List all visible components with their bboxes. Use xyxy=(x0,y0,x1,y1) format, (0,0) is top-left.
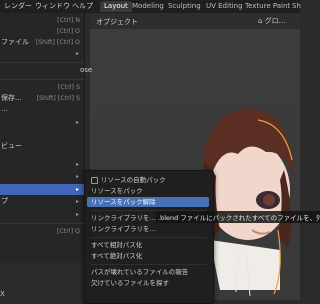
globe-icon: ⌂ xyxy=(258,17,263,25)
checkbox-icon[interactable] xyxy=(91,176,98,184)
menu-item-open-recent[interactable]: ファイル [Shift] [Ctrl] O xyxy=(0,37,84,48)
top-menu-render[interactable]: レンダー xyxy=(4,2,32,10)
submenu-arrow-icon: ▸ xyxy=(75,161,79,168)
menu-item-recover[interactable]: ▸ xyxy=(0,48,84,59)
unpack-tooltip: .blend ファイルにパックされたすべてのファイルを、外 xyxy=(156,211,320,223)
top-menu-window[interactable]: ウィンドウ xyxy=(35,2,70,10)
object-mode-menu[interactable]: オブジェクト xyxy=(96,17,138,27)
unpack-resources-item[interactable]: リソースをパック解除 xyxy=(87,197,209,207)
menu-separator xyxy=(91,264,207,265)
tab-shading[interactable]: Sh xyxy=(288,1,305,12)
menu-item-open[interactable]: [Ctrl] O xyxy=(0,26,84,37)
menu-item-save-as[interactable]: 保存... [Shift] [Ctrl] S xyxy=(0,93,84,104)
find-missing-files-item[interactable]: 欠けているファイルを探す xyxy=(91,278,209,288)
menu-item-save[interactable]: [Ctrl] S xyxy=(0,82,84,93)
menu-separator xyxy=(0,79,84,80)
submenu-arrow-icon: ▸ xyxy=(75,50,79,57)
menu-item-external-data[interactable]: ▸ xyxy=(0,184,84,195)
menu-separator xyxy=(0,62,84,63)
submenu-arrow-icon: ▸ xyxy=(75,119,79,126)
menu-item-data-previews[interactable]: ビュー xyxy=(0,141,84,152)
menu-item-revert[interactable]: ose xyxy=(0,65,92,76)
report-missing-files-item[interactable]: パスが壊れているファイルの報告 xyxy=(91,267,209,277)
tab-texture-paint[interactable]: Texture Paint xyxy=(241,1,294,12)
file-menu: [Ctrl] N [Ctrl] O ファイル [Shift] [Ctrl] O … xyxy=(0,13,92,263)
menu-item-import[interactable]: ▸ xyxy=(0,159,84,170)
menu-item-quit[interactable]: [Ctrl] Q xyxy=(0,226,84,237)
menu-item-export[interactable]: ▸ xyxy=(0,171,84,182)
menu-item-link[interactable]: ▸ xyxy=(0,117,84,128)
pack-resources-item[interactable]: リソースをパック xyxy=(91,186,209,196)
submenu-arrow-icon: ▸ xyxy=(75,198,79,205)
make-paths-relative-item[interactable]: すべて相対パス化 xyxy=(91,240,209,250)
external-data-submenu: リソースの自動パック リソースをパック リソースをパック解除 リンクライブラリを… xyxy=(84,170,214,304)
menu-separator xyxy=(91,237,207,238)
menu-item-defaults[interactable]: ▸ xyxy=(0,209,84,220)
submenu-arrow-icon: ▸ xyxy=(75,211,79,218)
submenu-arrow-icon: ▸ xyxy=(75,173,79,180)
tab-modeling[interactable]: Modeling xyxy=(128,1,168,12)
menu-item-save-copy[interactable]: … xyxy=(0,104,84,115)
menu-item-new[interactable]: [Ctrl] N xyxy=(0,15,84,26)
unpack-linked-libraries-item[interactable]: リンクライブラリを… xyxy=(91,224,209,234)
auto-pack-checkbox[interactable]: リソースの自動パック xyxy=(91,175,209,185)
tab-sculpting[interactable]: Sculpting xyxy=(164,1,205,12)
menu-separator xyxy=(0,223,84,224)
submenu-arrow-icon: ▸ xyxy=(75,186,79,193)
axis-gizmo-label: X xyxy=(0,290,5,298)
top-menubar: レンダー ウィンドウ ヘルプ Layout Modeling Sculpting… xyxy=(0,0,301,13)
make-paths-absolute-item[interactable]: すべて絶対パス化 xyxy=(91,251,209,261)
global-transform-menu[interactable]: ⌂ グロ… xyxy=(258,16,286,26)
menu-item-cleanup[interactable]: プ ▸ xyxy=(0,196,84,207)
tab-uv-editing[interactable]: UV Editing xyxy=(202,1,247,12)
top-menu-help[interactable]: ヘルプ xyxy=(72,2,93,10)
global-label: グロ… xyxy=(264,17,286,25)
